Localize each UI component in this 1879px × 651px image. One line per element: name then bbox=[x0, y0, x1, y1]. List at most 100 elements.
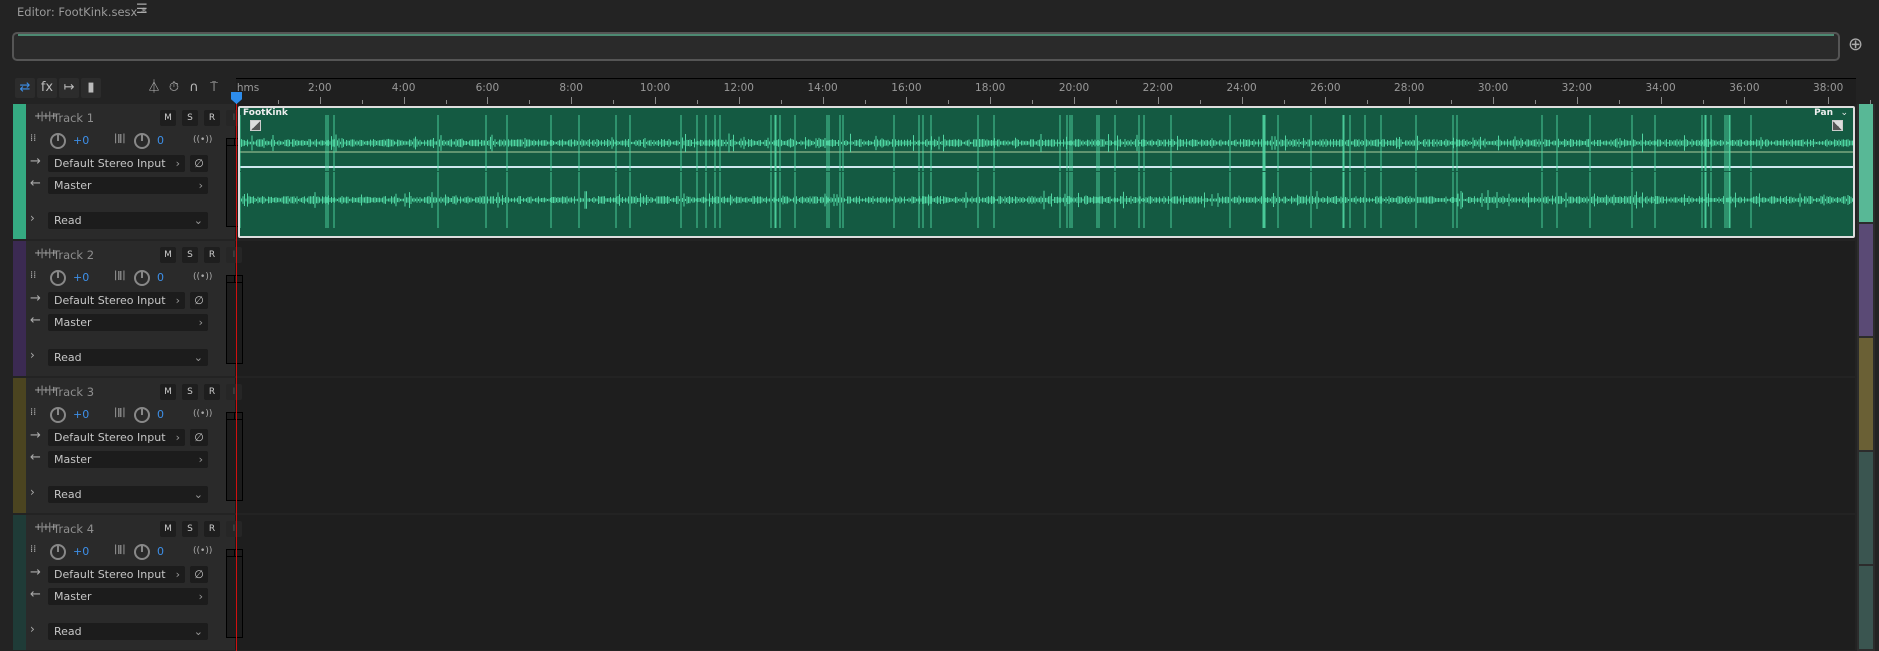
input-select[interactable]: Default Stereo Input › bbox=[48, 155, 185, 172]
chevron-right-icon: › bbox=[198, 590, 203, 603]
automation-mode-select[interactable]: Read ⌄ bbox=[48, 212, 208, 229]
vertical-scrollbar[interactable] bbox=[1857, 104, 1875, 651]
track-header: +|+|+ Track 4 M S R I ⁞⁞ +0 |ǁ| 0 ((•)) … bbox=[13, 515, 243, 650]
input-select[interactable]: Default Stereo Input › bbox=[48, 566, 185, 583]
volume-knob[interactable] bbox=[50, 407, 66, 423]
audio-clip[interactable]: FootKink Pan ⌄ bbox=[238, 106, 1855, 238]
volume-value[interactable]: +0 bbox=[73, 545, 89, 558]
pan-value[interactable]: 0 bbox=[157, 271, 164, 284]
track-2[interactable]: +|+|+ Track 2 M S R I ⁞⁞ +0 |ǁ| 0 ((•)) … bbox=[13, 241, 1855, 376]
volume-knob[interactable] bbox=[50, 270, 66, 286]
pan-knob[interactable] bbox=[134, 133, 150, 149]
output-select[interactable]: Master › bbox=[48, 588, 208, 605]
snap-icon[interactable]: ∩ bbox=[184, 78, 204, 98]
volume-value[interactable]: +0 bbox=[73, 134, 89, 147]
output-select[interactable]: Master › bbox=[48, 451, 208, 468]
track-header: +|+|+ Track 1 M S R I ⁞⁞ +0 |ǁ| 0 ((•)) … bbox=[13, 104, 243, 239]
input-select[interactable]: Default Stereo Input › bbox=[48, 292, 185, 309]
scrollbar-track-segment[interactable] bbox=[1859, 224, 1873, 336]
pan-value[interactable]: 0 bbox=[157, 545, 164, 558]
zoom-navigator-bar[interactable] bbox=[12, 32, 1840, 61]
track-color-strip[interactable] bbox=[13, 241, 26, 376]
ruler-tick bbox=[1409, 97, 1411, 104]
record-arm-button[interactable]: R bbox=[204, 247, 220, 263]
scrollbar-track-segment[interactable] bbox=[1859, 566, 1873, 649]
marker-icon[interactable]: ⍑ bbox=[204, 78, 224, 98]
record-arm-button[interactable]: R bbox=[204, 110, 220, 126]
eq-icon[interactable]: ▮ bbox=[81, 78, 101, 98]
track-name[interactable]: Track 3 bbox=[53, 385, 94, 399]
pan-value[interactable]: 0 bbox=[157, 408, 164, 421]
track-4[interactable]: +|+|+ Track 4 M S R I ⁞⁞ +0 |ǁ| 0 ((•)) … bbox=[13, 515, 1855, 650]
ruler-tick bbox=[1576, 97, 1578, 104]
volume-knob[interactable] bbox=[50, 133, 66, 149]
record-arm-button[interactable]: R bbox=[204, 521, 220, 537]
panel-menu-icon[interactable]: ☰ bbox=[136, 2, 148, 17]
expand-chevron-icon[interactable]: › bbox=[30, 348, 35, 362]
track-3[interactable]: +|+|+ Track 3 M S R I ⁞⁞ +0 |ǁ| 0 ((•)) … bbox=[13, 378, 1855, 513]
navigator-indicator bbox=[18, 34, 1834, 36]
solo-button[interactable]: S bbox=[182, 247, 198, 263]
input-select[interactable]: Default Stereo Input › bbox=[48, 429, 185, 446]
track-name[interactable]: Track 4 bbox=[53, 522, 94, 536]
chevron-down-icon: ⌄ bbox=[193, 625, 203, 638]
volume-icon: ⁞⁞ bbox=[30, 544, 37, 555]
expand-chevron-icon[interactable]: › bbox=[30, 211, 35, 225]
solo-button[interactable]: S bbox=[182, 384, 198, 400]
mute-button[interactable]: M bbox=[160, 384, 176, 400]
volume-value[interactable]: +0 bbox=[73, 271, 89, 284]
scrollbar-track-segment[interactable] bbox=[1859, 452, 1873, 564]
ruler-tick bbox=[655, 97, 656, 104]
metronome-icon[interactable]: ⏃ bbox=[144, 78, 164, 98]
zoom-out-full-icon[interactable]: ⊕ bbox=[1848, 34, 1863, 55]
phase-invert-button[interactable]: ∅ bbox=[190, 566, 208, 583]
broadcast-icon[interactable]: ((•)) bbox=[193, 272, 212, 282]
pan-knob[interactable] bbox=[134, 270, 150, 286]
expand-chevron-icon[interactable]: › bbox=[30, 485, 35, 499]
monitor-input-button[interactable]: I bbox=[226, 521, 242, 537]
track-name[interactable]: Track 1 bbox=[53, 111, 94, 125]
record-arm-button[interactable]: R bbox=[204, 384, 220, 400]
phase-invert-button[interactable]: ∅ bbox=[190, 155, 208, 172]
broadcast-icon[interactable]: ((•)) bbox=[193, 546, 212, 556]
pan-knob[interactable] bbox=[134, 407, 150, 423]
mute-button[interactable]: M bbox=[160, 521, 176, 537]
expand-chevron-icon[interactable]: › bbox=[30, 622, 35, 636]
solo-button[interactable]: S bbox=[182, 110, 198, 126]
pan-value[interactable]: 0 bbox=[157, 134, 164, 147]
ruler-label: 6:00 bbox=[475, 82, 500, 94]
effects-icon[interactable]: fx bbox=[37, 78, 57, 98]
monitor-input-button[interactable]: I bbox=[226, 247, 242, 263]
automation-mode-select[interactable]: Read ⌄ bbox=[48, 349, 208, 366]
phase-invert-button[interactable]: ∅ bbox=[190, 292, 208, 309]
input-arrow-icon: → bbox=[30, 428, 41, 443]
scrollbar-track-segment[interactable] bbox=[1859, 338, 1873, 450]
phase-invert-button[interactable]: ∅ bbox=[190, 429, 208, 446]
broadcast-icon[interactable]: ((•)) bbox=[193, 409, 212, 419]
io-toggle-icon[interactable]: ⇄ bbox=[15, 78, 35, 98]
ruler-tick bbox=[906, 97, 908, 104]
solo-button[interactable]: S bbox=[182, 521, 198, 537]
time-stretch-icon[interactable]: ⏱ bbox=[164, 78, 184, 98]
monitor-input-button[interactable]: I bbox=[226, 384, 242, 400]
automation-mode-select[interactable]: Read ⌄ bbox=[48, 486, 208, 503]
scrollbar-track-segment[interactable] bbox=[1859, 104, 1873, 222]
timeline-ruler[interactable]: hms 2:00 4:00 6:00 8:00 10:00 12:00 14:00 16:00… bbox=[236, 78, 1872, 104]
track-name[interactable]: Track 2 bbox=[53, 248, 94, 262]
broadcast-icon[interactable]: ((•)) bbox=[193, 135, 212, 145]
volume-value[interactable]: +0 bbox=[73, 408, 89, 421]
automation-mode-select[interactable]: Read ⌄ bbox=[48, 623, 208, 640]
output-select[interactable]: Master › bbox=[48, 177, 208, 194]
volume-knob[interactable] bbox=[50, 544, 66, 560]
pan-icon: |ǁ| bbox=[114, 407, 126, 418]
track-color-strip[interactable] bbox=[13, 515, 26, 650]
pan-knob[interactable] bbox=[134, 544, 150, 560]
editor-tab-title[interactable]: Editor: FootKink.sesx * bbox=[17, 2, 147, 22]
mute-button[interactable]: M bbox=[160, 110, 176, 126]
sends-icon[interactable]: ↦ bbox=[59, 78, 79, 98]
track-color-strip[interactable] bbox=[13, 378, 26, 513]
output-select[interactable]: Master › bbox=[48, 314, 208, 331]
mute-button[interactable]: M bbox=[160, 247, 176, 263]
volume-icon: ⁞⁞ bbox=[30, 407, 37, 418]
track-color-strip[interactable] bbox=[13, 104, 26, 239]
